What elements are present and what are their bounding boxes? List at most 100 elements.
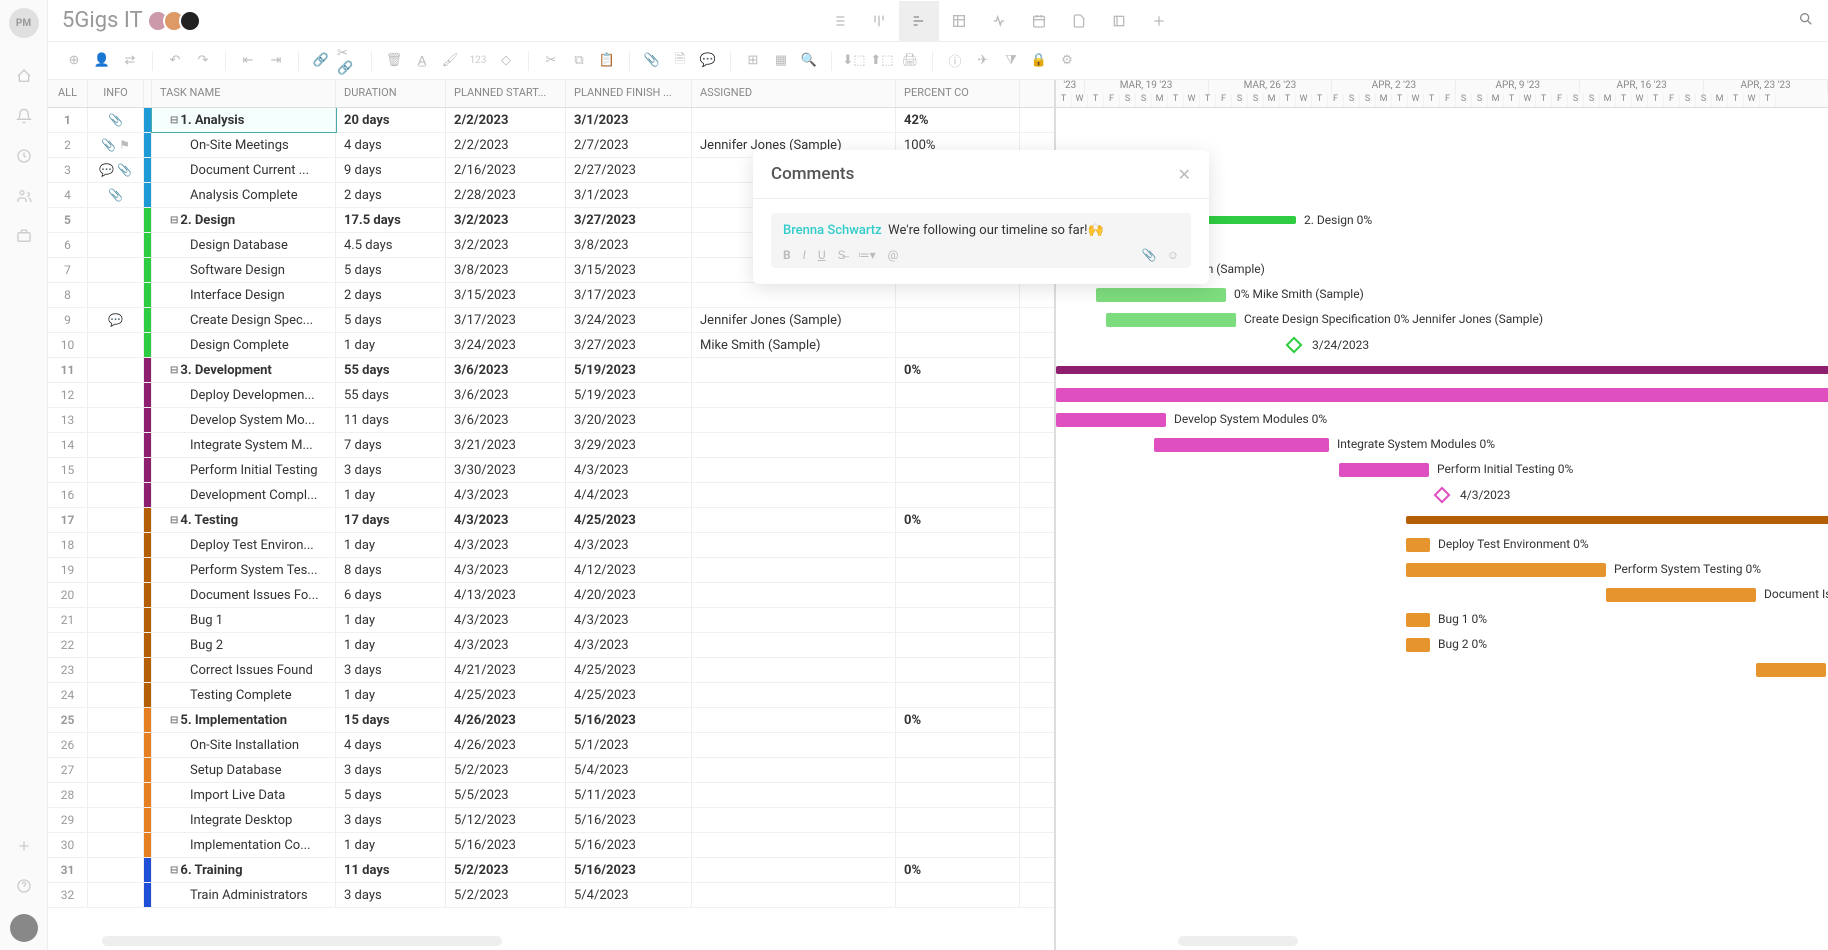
view-board[interactable]: [859, 1, 899, 41]
table-row[interactable]: 30Implementation Co...1 day5/16/20235/16…: [48, 833, 1054, 858]
view-calendar[interactable]: [1019, 1, 1059, 41]
col-assigned[interactable]: ASSIGNED: [692, 80, 896, 107]
view-widget[interactable]: [1099, 1, 1139, 41]
table-row[interactable]: 28Import Live Data5 days5/5/20235/11/202…: [48, 783, 1054, 808]
list-icon[interactable]: ≔▾: [858, 248, 876, 262]
info-icon[interactable]: ⓘ: [943, 49, 967, 73]
table-row[interactable]: 17⊟4. Testing17 days4/3/20234/25/20230%: [48, 508, 1054, 533]
attach-icon[interactable]: 📎: [1142, 248, 1157, 262]
shape-icon[interactable]: ◇: [494, 49, 518, 73]
col-start[interactable]: PLANNED START...: [446, 80, 566, 107]
table-row[interactable]: 31⊟6. Training11 days5/2/20235/16/20230%: [48, 858, 1054, 883]
send-icon[interactable]: ✈: [971, 49, 995, 73]
table-row[interactable]: 19Perform System Tes...8 days4/3/20234/1…: [48, 558, 1054, 583]
emoji-icon[interactable]: ☺: [1167, 248, 1179, 262]
grid-icon[interactable]: ▦: [769, 49, 793, 73]
note-icon[interactable]: 🗎: [668, 49, 692, 73]
gear-icon[interactable]: ⚙: [1055, 49, 1079, 73]
link-icon[interactable]: 🔗: [309, 49, 333, 73]
table-row[interactable]: 13Develop System Mo...11 days3/6/20233/2…: [48, 408, 1054, 433]
zoom-icon[interactable]: 🔍: [797, 49, 821, 73]
paint-icon[interactable]: 🖌: [438, 49, 462, 73]
table-row[interactable]: 16Development Compl...1 day4/3/20234/4/2…: [48, 483, 1054, 508]
table-row[interactable]: 15Perform Initial Testing3 days3/30/2023…: [48, 458, 1054, 483]
project-members[interactable]: [153, 10, 201, 32]
table-row[interactable]: 10Design Complete1 day3/24/20233/27/2023…: [48, 333, 1054, 358]
briefcase-icon[interactable]: [10, 222, 38, 250]
underline-icon[interactable]: U: [818, 248, 826, 262]
close-icon[interactable]: ✕: [1178, 165, 1191, 184]
number-icon[interactable]: 123: [466, 49, 490, 73]
table-row[interactable]: 1📎⊟1. Analysis20 days2/2/20233/1/202342%: [48, 108, 1054, 133]
grid-scrollbar[interactable]: [102, 936, 502, 946]
lock-icon[interactable]: 🔒: [1027, 49, 1051, 73]
col-all[interactable]: ALL: [48, 80, 88, 107]
table-row[interactable]: 29Integrate Desktop3 days5/12/20235/16/2…: [48, 808, 1054, 833]
attach-icon[interactable]: 📎: [640, 49, 664, 73]
table-row[interactable]: 21Bug 11 day4/3/20234/3/2023: [48, 608, 1054, 633]
col-bar: [144, 80, 152, 107]
text-icon[interactable]: A̲: [410, 49, 434, 73]
home-icon[interactable]: [10, 62, 38, 90]
undo-icon[interactable]: ↶: [163, 49, 187, 73]
table-row[interactable]: 23Correct Issues Found3 days4/21/20234/2…: [48, 658, 1054, 683]
add-task-icon[interactable]: ⊕: [62, 49, 86, 73]
indent-icon[interactable]: ⇥: [264, 49, 288, 73]
table-row[interactable]: 26On-Site Installation4 days4/26/20235/1…: [48, 733, 1054, 758]
trash-icon[interactable]: 🗑: [382, 49, 406, 73]
view-add[interactable]: [1139, 1, 1179, 41]
view-list[interactable]: [819, 1, 859, 41]
clock-icon[interactable]: [10, 142, 38, 170]
strike-icon[interactable]: S̶: [838, 248, 846, 262]
app-logo[interactable]: PM: [9, 8, 39, 38]
view-gantt[interactable]: [899, 1, 939, 41]
table-row[interactable]: 14Integrate System M...7 days3/21/20233/…: [48, 433, 1054, 458]
add-user-icon[interactable]: 👤: [90, 49, 114, 73]
col-finish[interactable]: PLANNED FINISH ...: [566, 80, 692, 107]
help-icon[interactable]: [10, 872, 38, 900]
table-row[interactable]: 27Setup Database3 days5/2/20235/4/2023: [48, 758, 1054, 783]
col-percent[interactable]: PERCENT CO: [896, 80, 1020, 107]
gantt-header: '23MAR, 19 '23MAR, 26 '23APR, 2 '23APR, …: [1056, 80, 1828, 108]
cut-icon[interactable]: ✂: [539, 49, 563, 73]
grid-header: ALL INFO TASK NAME DURATION PLANNED STAR…: [48, 80, 1054, 108]
import-icon[interactable]: ⬇⬚: [842, 49, 866, 73]
col-duration[interactable]: DURATION: [336, 80, 446, 107]
table-row[interactable]: 22Bug 21 day4/3/20234/3/2023: [48, 633, 1054, 658]
columns-icon[interactable]: ⊞: [741, 49, 765, 73]
table-row[interactable]: 11⊟3. Development55 days3/6/20235/19/202…: [48, 358, 1054, 383]
italic-icon[interactable]: I: [803, 248, 806, 262]
view-sheet[interactable]: [939, 1, 979, 41]
export-icon[interactable]: ⬆⬚: [870, 49, 894, 73]
bold-icon[interactable]: B: [783, 248, 791, 262]
view-file[interactable]: [1059, 1, 1099, 41]
filter-icon[interactable]: ⧩: [999, 49, 1023, 73]
table-row[interactable]: 12Deploy Developmen...55 days3/6/20235/1…: [48, 383, 1054, 408]
copy-icon[interactable]: ⧉: [567, 49, 591, 73]
print-icon[interactable]: 🖨: [898, 49, 922, 73]
paste-icon[interactable]: 📋: [595, 49, 619, 73]
comment-icon[interactable]: 💬: [696, 49, 720, 73]
view-pulse[interactable]: [979, 1, 1019, 41]
redo-icon[interactable]: ↷: [191, 49, 215, 73]
comment-input[interactable]: Brenna Schwartz We're following our time…: [771, 213, 1191, 268]
table-row[interactable]: 25⊟5. Implementation15 days4/26/20235/16…: [48, 708, 1054, 733]
table-row[interactable]: 24Testing Complete1 day4/25/20234/25/202…: [48, 683, 1054, 708]
table-row[interactable]: 32Train Administrators3 days5/2/20235/4/…: [48, 883, 1054, 908]
table-row[interactable]: 20Document Issues Fo...6 days4/13/20234/…: [48, 583, 1054, 608]
user-avatar[interactable]: [10, 914, 38, 942]
outdent-icon[interactable]: ⇤: [236, 49, 260, 73]
table-row[interactable]: 9💬Create Design Spec...5 days3/17/20233/…: [48, 308, 1054, 333]
col-name[interactable]: TASK NAME: [152, 80, 336, 107]
col-info[interactable]: INFO: [88, 80, 144, 107]
plus-icon[interactable]: [10, 832, 38, 860]
table-row[interactable]: 18Deploy Test Environ...1 day4/3/20234/3…: [48, 533, 1054, 558]
mention-icon[interactable]: @: [888, 248, 899, 262]
bell-icon[interactable]: [10, 102, 38, 130]
search-icon[interactable]: [1798, 11, 1814, 31]
swap-icon[interactable]: ⇄: [118, 49, 142, 73]
people-icon[interactable]: [10, 182, 38, 210]
unlink-icon[interactable]: ✂🔗: [337, 49, 361, 73]
table-row[interactable]: 8Interface Design2 days3/15/20233/17/202…: [48, 283, 1054, 308]
gantt-scrollbar[interactable]: [1178, 936, 1298, 946]
